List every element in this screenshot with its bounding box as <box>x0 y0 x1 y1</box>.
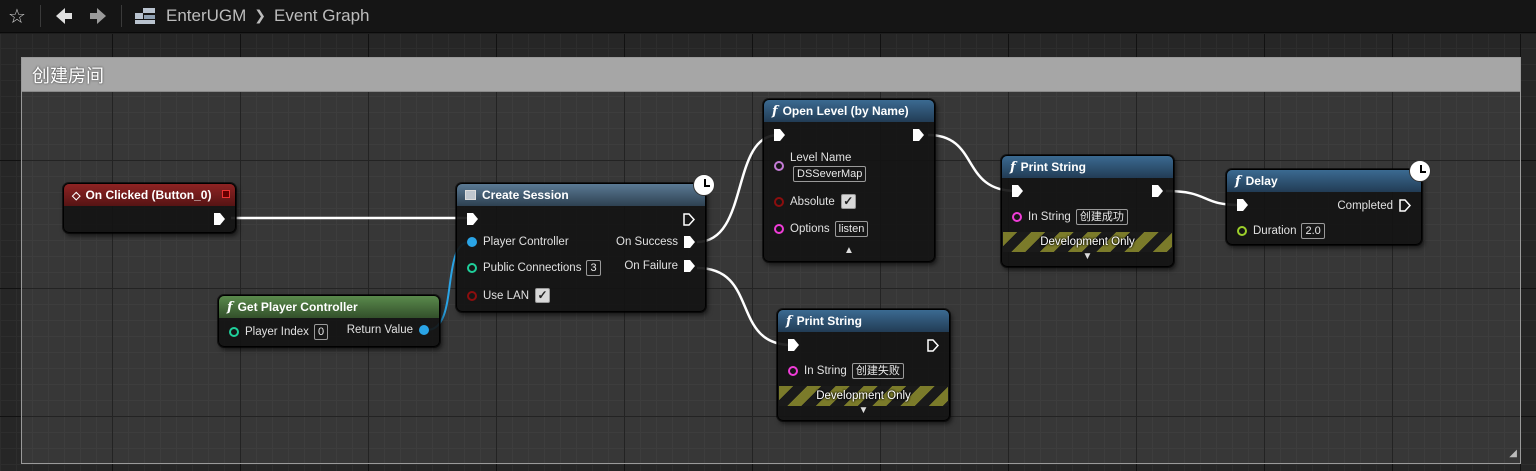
float-pin[interactable] <box>1237 226 1247 236</box>
name-pin[interactable] <box>774 161 784 171</box>
bool-pin[interactable] <box>774 196 784 207</box>
string-pin[interactable] <box>1012 212 1022 222</box>
print-string-success-node[interactable]: f Print String In String 创建成功 Developmen… <box>1001 155 1174 267</box>
pin-label: Public Connections <box>483 262 582 274</box>
pin-label: In String <box>804 365 847 377</box>
delay-node[interactable]: f Delay Completed Duration 2.0 <box>1226 160 1431 245</box>
exec-out-pin[interactable] <box>913 129 924 141</box>
node-header: f Print String <box>778 310 949 332</box>
pin-label: Completed <box>1337 199 1393 212</box>
public-connections-input[interactable]: 3 <box>586 260 601 276</box>
latent-clock-icon <box>693 174 715 196</box>
duration-input[interactable]: 2.0 <box>1301 223 1325 239</box>
print-string-failure-node[interactable]: f Print String In String 创建失败 Developmen… <box>777 309 950 421</box>
expand-arrow-icon[interactable]: ▼ <box>1002 251 1173 262</box>
function-icon: f <box>772 103 778 119</box>
banner-text: Development Only <box>816 390 911 402</box>
pin-label: On Success <box>616 236 678 248</box>
exec-out-pin[interactable] <box>684 236 695 248</box>
pin-label: Duration <box>1253 225 1297 237</box>
function-icon: f <box>786 313 792 329</box>
node-header: Create Session <box>457 184 705 206</box>
pin-label: Options <box>790 223 830 235</box>
latent-clock-icon <box>1409 160 1431 182</box>
node-header: ◇ On Clicked (Button_0) <box>64 184 235 206</box>
pin-label: Level Name <box>790 152 852 164</box>
player-index-input[interactable]: 0 <box>313 324 329 340</box>
node-title: Get Player Controller <box>237 300 358 314</box>
open-level-node[interactable]: f Open Level (by Name) Level Name DSSeve… <box>763 99 935 262</box>
node-header: f Delay <box>1227 170 1421 192</box>
get-player-controller-node[interactable]: f Get Player Controller Player Index 0 R… <box>218 295 440 347</box>
exec-in-pin[interactable] <box>1012 185 1023 197</box>
exec-in-pin[interactable] <box>774 129 785 141</box>
function-icon: f <box>1010 159 1016 175</box>
string-pin[interactable] <box>788 366 798 376</box>
exec-out-pin[interactable] <box>214 213 225 225</box>
node-title: Print String <box>1020 160 1086 174</box>
node-title: On Clicked (Button_0) <box>85 188 212 202</box>
in-string-input[interactable]: 创建成功 <box>1075 209 1128 225</box>
exec-out-pin[interactable] <box>684 260 695 272</box>
exec-in-pin[interactable] <box>788 339 799 351</box>
exec-out-pin[interactable] <box>927 339 939 352</box>
node-header: f Get Player Controller <box>219 296 439 318</box>
pin-label: On Failure <box>624 260 678 272</box>
use-lan-checkbox[interactable]: ✓ <box>535 288 551 303</box>
pin-label: Player Controller <box>483 236 569 248</box>
bool-pin[interactable] <box>467 290 477 301</box>
event-diamond-icon: ◇ <box>72 189 81 202</box>
string-pin[interactable] <box>774 224 784 234</box>
on-clicked-event-node[interactable]: ◇ On Clicked (Button_0) <box>63 183 236 233</box>
node-title: Print String <box>796 314 862 328</box>
level-name-input[interactable]: DSSeverMap <box>793 166 867 182</box>
pin-label: Use LAN <box>483 289 530 302</box>
node-title: Open Level (by Name) <box>782 104 909 118</box>
function-icon: f <box>1235 173 1241 189</box>
exec-in-pin[interactable] <box>1237 199 1248 211</box>
pin-label: In String <box>1028 211 1071 223</box>
int-pin[interactable] <box>467 263 477 273</box>
node-title: Create Session <box>482 188 569 202</box>
exec-out-pin[interactable] <box>1152 185 1163 197</box>
pin-label: Player Index <box>245 326 309 338</box>
create-session-node[interactable]: Create Session Player Controller On Succ… <box>456 174 715 312</box>
exec-in-pin[interactable] <box>467 213 478 225</box>
expand-arrow-icon[interactable]: ▲ <box>764 245 934 256</box>
exec-out-pin[interactable] <box>683 213 695 226</box>
exec-out-pin[interactable] <box>1399 199 1411 212</box>
in-string-input[interactable]: 创建失败 <box>851 363 904 379</box>
expand-arrow-icon[interactable]: ▼ <box>778 405 949 416</box>
development-only-banner: Development Only <box>779 386 948 406</box>
function-icon: f <box>227 299 233 315</box>
node-header: f Print String <box>1002 156 1173 178</box>
object-out-pin[interactable] <box>419 325 429 335</box>
node-title: Delay <box>1245 174 1278 188</box>
delegate-pin[interactable] <box>222 190 230 198</box>
function-node-icon <box>465 190 476 200</box>
absolute-checkbox[interactable]: ✓ <box>840 194 856 209</box>
object-pin[interactable] <box>467 237 477 247</box>
node-header: f Open Level (by Name) <box>764 100 934 122</box>
options-input[interactable]: listen <box>834 221 869 237</box>
int-pin[interactable] <box>229 327 239 337</box>
pin-label: Absolute <box>790 195 835 208</box>
development-only-banner: Development Only <box>1003 232 1172 252</box>
pin-label: Return Value <box>346 324 413 336</box>
banner-text: Development Only <box>1040 236 1135 248</box>
